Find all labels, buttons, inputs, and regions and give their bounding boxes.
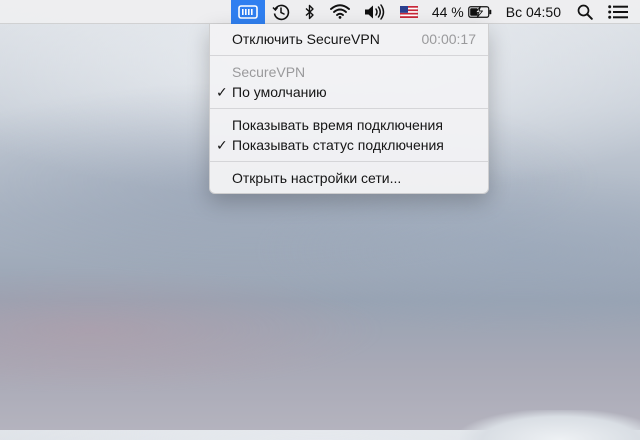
menu-separator xyxy=(210,161,488,162)
input-source-menu[interactable] xyxy=(393,0,425,24)
menu-section-header: SecureVPN xyxy=(210,62,488,82)
menu-item-default-profile[interactable]: ✓ По умолчанию xyxy=(210,82,488,102)
checkmark-icon: ✓ xyxy=(216,84,228,100)
vpn-dropdown-menu: Отключить SecureVPN 00:00:17 SecureVPN ✓… xyxy=(209,24,489,194)
us-flag-icon xyxy=(399,5,418,18)
volume-icon xyxy=(364,3,386,20)
vpn-status-menu[interactable] xyxy=(230,0,265,24)
clock: Вс 04:50 xyxy=(505,3,561,20)
bluetooth-menu[interactable] xyxy=(297,0,323,24)
wifi-icon xyxy=(329,4,350,19)
menu-bar: 44 % Вс 04:50 xyxy=(0,0,640,24)
menu-item-open-network-preferences[interactable]: Открыть настройки сети... xyxy=(210,168,488,188)
battery-menu[interactable]: 44 % xyxy=(425,0,499,24)
wifi-menu[interactable] xyxy=(323,0,357,24)
time-machine-menu[interactable] xyxy=(265,0,297,24)
checkmark-icon: ✓ xyxy=(216,137,228,153)
menu-item-disconnect[interactable]: Отключить SecureVPN 00:00:17 xyxy=(210,29,488,49)
connection-timer: 00:00:17 xyxy=(421,31,477,47)
menu-item-show-connection-time[interactable]: Показывать время подключения xyxy=(210,115,488,135)
time-machine-icon xyxy=(272,3,290,21)
volume-menu[interactable] xyxy=(357,0,393,24)
clock-menu[interactable]: Вс 04:50 xyxy=(499,0,568,24)
disconnect-label: Отключить SecureVPN xyxy=(232,31,380,47)
section-header-label: SecureVPN xyxy=(232,64,306,80)
search-icon xyxy=(577,4,593,20)
menu-item-show-connection-status[interactable]: ✓ Показывать статус подключения xyxy=(210,135,488,155)
vpn-status-icon xyxy=(238,4,258,19)
battery-charging-icon xyxy=(467,5,492,18)
show-status-label: Показывать статус подключения xyxy=(232,137,444,153)
desktop-wallpaper-snow xyxy=(460,410,640,440)
notification-center-icon xyxy=(608,4,628,19)
show-time-label: Показывать время подключения xyxy=(232,117,443,133)
bluetooth-icon xyxy=(304,4,316,20)
spotlight-menu[interactable] xyxy=(568,0,602,24)
notification-center-menu[interactable] xyxy=(602,0,640,24)
battery-percent: 44 % xyxy=(431,3,464,20)
default-profile-label: По умолчанию xyxy=(232,84,327,100)
open-network-prefs-label: Открыть настройки сети... xyxy=(232,170,402,186)
menu-separator xyxy=(210,108,488,109)
menu-separator xyxy=(210,55,488,56)
